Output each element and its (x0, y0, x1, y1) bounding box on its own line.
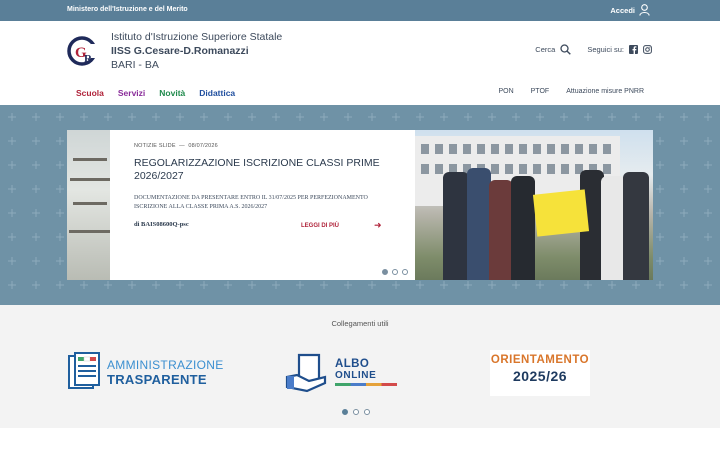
albo-color-bar (335, 383, 397, 386)
nav-item-scuola[interactable]: Scuola (76, 88, 104, 98)
top-bar: Ministero dell'Istruzione e del Merito A… (0, 0, 720, 21)
arrow-right-icon[interactable]: ➜ (374, 220, 382, 231)
follow-label: Seguici su: (587, 45, 624, 54)
amm-line1: AMMINISTRAZIONE (107, 357, 224, 372)
orient-line2: 2025/26 (512, 368, 568, 384)
facebook-icon[interactable] (629, 45, 638, 54)
yellow-sign (532, 189, 590, 237)
amm-line2: TRASPARENTE (107, 371, 207, 387)
orient-line1: ORIENTAMENTO (490, 354, 590, 366)
user-icon (639, 4, 650, 16)
carousel-dot-2[interactable] (392, 269, 398, 275)
albo-line2: ONLINE (335, 370, 377, 381)
main-nav: Scuola Servizi Novità Didattica (76, 88, 235, 98)
header-tools: Cerca Seguici su: (535, 44, 652, 55)
nav-item-novita[interactable]: Novità (159, 88, 185, 98)
school-logo-icon[interactable]: G R (67, 35, 99, 67)
search-icon (560, 44, 572, 55)
nav-item-didattica[interactable]: Didattica (199, 88, 235, 98)
links-dot-1[interactable] (342, 409, 348, 415)
institute-city: BARI - BA (111, 59, 159, 71)
institute-title: IISS G.Cesare-D.Romanazzi (111, 45, 249, 57)
orientamento-link[interactable]: ORIENTAMENTO 2025/26 (490, 350, 590, 396)
amministrazione-trasparente-link[interactable]: AMMINISTRAZIONE TRASPARENTE (67, 352, 224, 392)
students-photo (415, 130, 653, 280)
classroom-photo (67, 130, 110, 280)
institute-name[interactable]: Istituto d'Istruzione Superiore Statale … (111, 31, 282, 71)
header: G R Istituto d'Istruzione Superiore Stat… (0, 21, 720, 105)
nav-item-pon[interactable]: PON (498, 88, 513, 95)
ministry-link[interactable]: Ministero dell'Istruzione e del Merito (67, 6, 188, 13)
news-slide[interactable]: NOTIZIE SLIDE — 08/07/2026 REGOLARIZZAZI… (67, 130, 653, 280)
login-label: Accedi (610, 5, 635, 15)
news-date: 08/07/2026 (188, 143, 218, 149)
links-carousel-indicators (342, 409, 370, 415)
news-meta: NOTIZIE SLIDE — 08/07/2026 (134, 143, 218, 149)
news-category[interactable]: NOTIZIE SLIDE (134, 143, 176, 149)
carousel-dot-1[interactable] (382, 269, 388, 275)
hero-carousel-indicators (382, 269, 408, 275)
albo-line1: ALBO (335, 358, 370, 370)
news-description: DOCUMENTAZIONE DA PRESENTARE ENTRO IL 31… (134, 195, 368, 210)
social-links: Seguici su: (587, 45, 652, 54)
documents-icon (68, 352, 100, 389)
nav-item-ptof[interactable]: PTOF (531, 88, 550, 95)
links-dot-3[interactable] (364, 409, 370, 415)
read-more-link[interactable]: LEGGI DI PIÙ (301, 223, 339, 229)
nav-item-pnrr[interactable]: Attuazione misure PNRR (566, 88, 644, 95)
svg-text:R: R (84, 53, 93, 65)
hand-document-icon (285, 353, 327, 393)
useful-links: Collegamenti utili AMMINISTRAZIONE TRASP… (0, 305, 720, 428)
news-author: di BAIS08600Q-psc (134, 221, 189, 228)
news-title[interactable]: REGOLARIZZAZIONE ISCRIZIONE CLASSI PRIME… (134, 157, 391, 183)
carousel-dot-3[interactable] (402, 269, 408, 275)
links-dot-2[interactable] (353, 409, 359, 415)
hero-carousel: NOTIZIE SLIDE — 08/07/2026 REGOLARIZZAZI… (0, 105, 720, 305)
secondary-nav: PON PTOF Attuazione misure PNRR (498, 88, 644, 95)
search-label: Cerca (535, 45, 556, 54)
search-button[interactable]: Cerca (535, 44, 572, 55)
institute-type: Istituto d'Istruzione Superiore Statale (111, 31, 283, 43)
instagram-icon[interactable] (643, 45, 652, 54)
nav-item-servizi[interactable]: Servizi (118, 88, 145, 98)
useful-links-title: Collegamenti utili (331, 319, 389, 328)
albo-online-link[interactable]: ALBO ONLINE (285, 351, 397, 393)
news-card: NOTIZIE SLIDE — 08/07/2026 REGOLARIZZAZI… (110, 130, 415, 280)
login-button[interactable]: Accedi (610, 4, 650, 16)
